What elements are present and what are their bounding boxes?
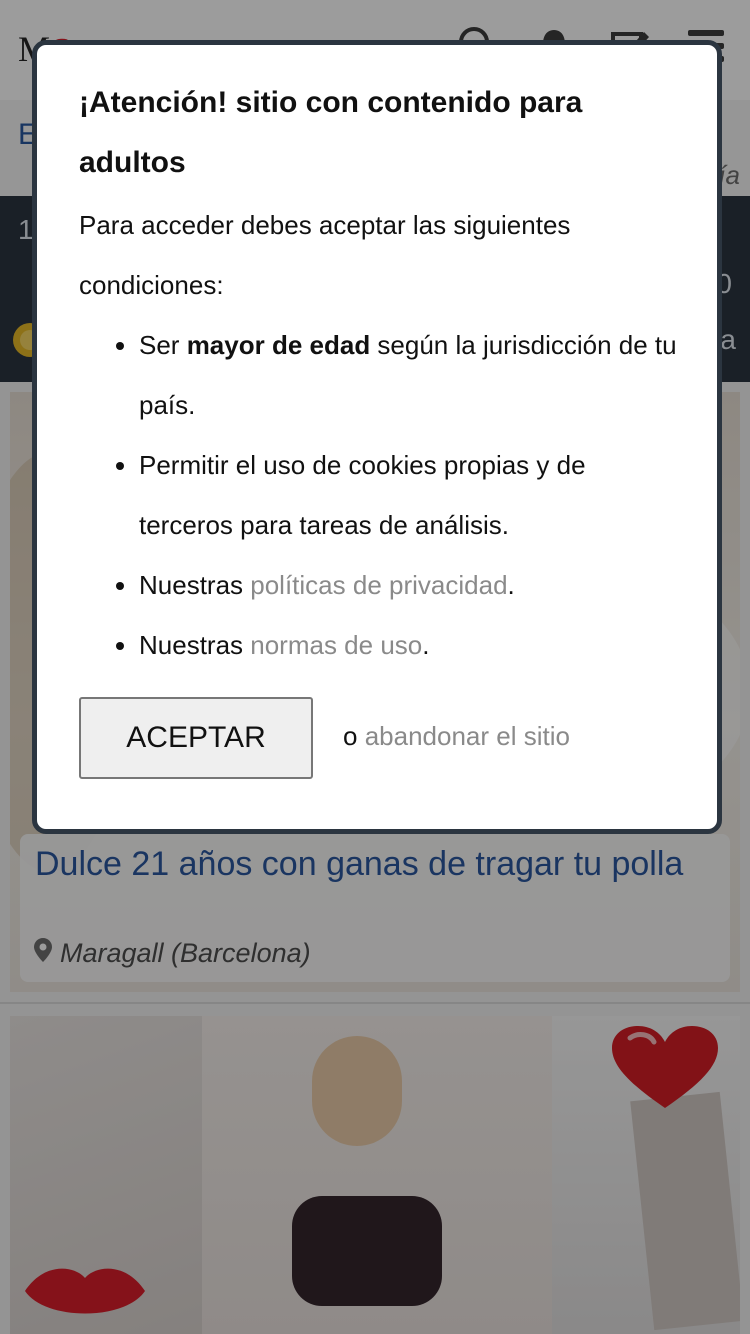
conditions-list: Ser mayor de edad según la jurisdicción … — [79, 315, 679, 675]
modal-title: ¡Atención! sitio con contenido para adul… — [79, 86, 583, 179]
accept-button[interactable]: ACEPTAR — [79, 697, 313, 779]
condition-privacy: Nuestras políticas de privacidad. — [139, 555, 679, 615]
age-consent-modal: ¡Atención! sitio con contenido para adul… — [32, 40, 722, 834]
condition-privacy-post: . — [507, 570, 515, 600]
usage-rules-link[interactable]: normas de uso — [250, 630, 422, 660]
modal-intro: Para acceder debes aceptar las siguiente… — [79, 210, 571, 300]
condition-rules-post: . — [422, 630, 430, 660]
condition-cookies: Permitir el uso de cookies propias y de … — [139, 435, 679, 555]
condition-age-bold: mayor de edad — [186, 330, 371, 360]
condition-age: Ser mayor de edad según la jurisdicción … — [139, 315, 679, 435]
condition-rules: Nuestras normas de uso. — [139, 615, 679, 675]
condition-privacy-pre: Nuestras — [139, 570, 251, 600]
leave-or-text: o — [343, 721, 365, 751]
condition-rules-pre: Nuestras — [139, 630, 251, 660]
leave-site-link[interactable]: abandonar el sitio — [365, 721, 570, 751]
leave-site: o abandonar el sitio — [343, 721, 570, 752]
condition-age-pre: Ser — [139, 330, 187, 360]
privacy-policy-link[interactable]: políticas de privacidad — [250, 570, 507, 600]
